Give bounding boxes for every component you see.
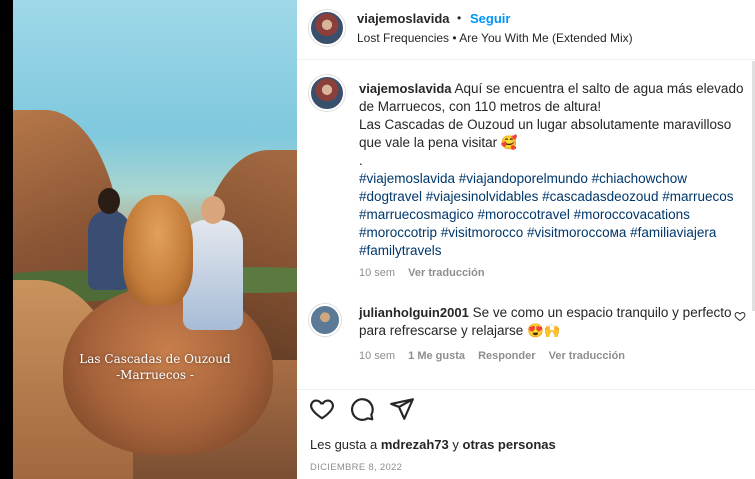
- video-caption-subtitle: -Marruecos -: [116, 368, 194, 382]
- post-details-panel: viajemoslavida • Seguir Lost Frequencies…: [297, 0, 755, 479]
- hashtag-line[interactable]: #familytravels: [359, 242, 751, 260]
- like-heart-icon[interactable]: [309, 396, 335, 422]
- follow-button[interactable]: Seguir: [470, 11, 510, 26]
- likes-joiner: y: [452, 437, 459, 452]
- caption-line: Las Cascadas de Ouzoud un lugar absoluta…: [359, 117, 732, 132]
- likes-prefix: Les gusta a: [310, 437, 378, 452]
- caption-line: .: [359, 153, 363, 168]
- author-username[interactable]: viajemoslavida: [357, 11, 450, 26]
- share-send-icon[interactable]: [389, 396, 415, 422]
- post-video[interactable]: Las Cascadas de Ouzoud -Marruecos -: [13, 0, 297, 479]
- likes-user[interactable]: mdrezah73: [381, 437, 449, 452]
- comment-icon[interactable]: [349, 396, 375, 422]
- reply-button[interactable]: Responder: [478, 350, 535, 362]
- header-separator: •: [457, 11, 462, 25]
- comments-section[interactable]: viajemoslavida Aquí se encuentra el salt…: [297, 61, 755, 389]
- caption-meta: 10 sem Ver traducción: [359, 267, 485, 279]
- comment-likes[interactable]: 1 Me gusta: [408, 350, 465, 362]
- hashtag-line[interactable]: #dogtravel #viajesinolvidables #cascadas…: [359, 188, 751, 206]
- caption-line: que vale la pena visitar 🥰: [359, 135, 518, 150]
- caption-author-avatar[interactable]: [309, 75, 345, 111]
- commenter-avatar[interactable]: [309, 304, 341, 336]
- post-media[interactable]: Las Cascadas de Ouzoud -Marruecos -: [0, 0, 297, 479]
- post-date[interactable]: DICIEMBRE 8, 2022: [310, 462, 402, 473]
- caption-translate-button[interactable]: Ver traducción: [408, 267, 484, 279]
- hashtag-line[interactable]: #marruecosmagico #moroccotravel #morocco…: [359, 206, 751, 224]
- comment-meta: 10 sem 1 Me gusta Responder Ver traducci…: [359, 350, 625, 362]
- post-actions: Les gusta a mdrezah73 y otras personas D…: [297, 389, 755, 479]
- hashtag-line[interactable]: #moroccotrip #visitmorocco #visitmorocco…: [359, 224, 751, 242]
- caption-author-username[interactable]: viajemoslavida: [359, 81, 452, 96]
- author-avatar[interactable]: [309, 10, 345, 46]
- hashtag-line[interactable]: #viajemoslavida #viajandoporelmundo #chi…: [359, 170, 751, 188]
- audio-track[interactable]: Lost Frequencies • Are You With Me (Exte…: [357, 31, 633, 45]
- caption-time[interactable]: 10 sem: [359, 267, 395, 279]
- comment-time[interactable]: 10 sem: [359, 350, 395, 362]
- comment-line: Se ve como un espacio tranquilo y perfec…: [472, 305, 732, 320]
- comment-line: para refrescarse y relajarse 😍🙌: [359, 323, 561, 338]
- like-comment-icon[interactable]: [734, 310, 746, 322]
- caption-line: Aquí se encuentra el salto de agua más e…: [454, 81, 744, 96]
- likes-others[interactable]: otras personas: [463, 437, 556, 452]
- post-caption: viajemoslavida Aquí se encuentra el salt…: [359, 80, 751, 260]
- commenter-username[interactable]: julianholguin2001: [359, 305, 469, 320]
- caption-line: de Marruecos, con 110 metros de altura!: [359, 99, 602, 114]
- likes-summary: Les gusta a mdrezah73 y otras personas: [310, 437, 556, 452]
- video-caption-title: Las Cascadas de Ouzoud: [79, 352, 231, 366]
- comment-body: julianholguin2001 Se ve como un espacio …: [359, 304, 739, 340]
- post-header: viajemoslavida • Seguir Lost Frequencies…: [297, 0, 755, 60]
- dog: [123, 195, 193, 305]
- comment-translate-button[interactable]: Ver traducción: [549, 350, 625, 362]
